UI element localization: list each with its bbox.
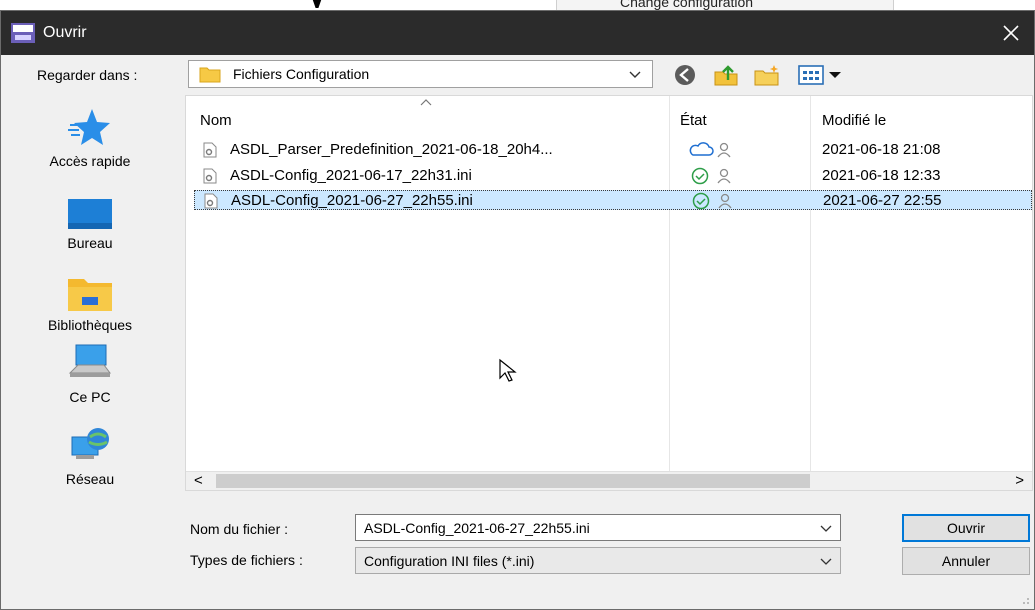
mouse-cursor-icon [499, 358, 517, 382]
close-button[interactable] [988, 11, 1034, 55]
file-row[interactable]: ASDL_Parser_Predefinition_2021-06-18_20h… [194, 140, 1032, 160]
places-bar: Accès rapide Bureau Bibliothèques Ce PC … [7, 107, 173, 487]
config-file-icon [204, 193, 218, 209]
file-modified: 2021-06-18 21:08 [822, 141, 941, 158]
place-desktop[interactable]: Bureau [7, 199, 173, 251]
config-file-icon [203, 142, 217, 158]
chevron-down-icon [820, 558, 832, 565]
column-header-status[interactable]: État [680, 112, 707, 129]
file-modified: 2021-06-27 22:55 [823, 192, 942, 209]
cancel-button[interactable]: Annuler [902, 547, 1030, 575]
file-name: ASDL-Config_2021-06-27_22h55.ini [231, 192, 473, 209]
background-mark [310, 0, 324, 8]
file-row[interactable]: ASDL-Config_2021-06-17_22h31.ini 2021-06… [194, 166, 1032, 186]
new-folder-icon[interactable] [753, 63, 781, 87]
chevron-down-icon[interactable] [820, 522, 832, 534]
synced-status-icon [691, 167, 731, 185]
place-label: Ce PC [69, 389, 111, 405]
library-icon [68, 279, 112, 311]
column-header-name[interactable]: Nom [200, 112, 232, 129]
place-network[interactable]: Réseau [7, 425, 173, 487]
star-icon [68, 109, 110, 145]
background-text: Change configuration [620, 0, 754, 10]
open-dialog: Ouvrir Regarder dans : Fichiers Configur… [0, 10, 1035, 610]
up-folder-icon[interactable] [713, 63, 739, 87]
scroll-left-arrow-icon[interactable]: < [194, 472, 203, 489]
computer-icon [68, 344, 111, 377]
file-row-selected[interactable]: ASDL-Config_2021-06-27_22h55.ini 2021-06… [194, 190, 1032, 210]
file-modified: 2021-06-18 12:33 [822, 167, 941, 184]
chevron-down-icon [629, 71, 641, 78]
file-type-value: Configuration INI files (*.ini) [364, 553, 535, 569]
sort-ascending-icon [420, 99, 432, 106]
file-name-value[interactable]: ASDL-Config_2021-06-27_22h55.ini [364, 520, 590, 536]
back-icon[interactable] [673, 63, 697, 87]
network-icon [71, 428, 109, 459]
look-in-value: Fichiers Configuration [233, 66, 370, 82]
place-quick-access[interactable]: Accès rapide [7, 107, 173, 169]
place-this-pc[interactable]: Ce PC [7, 343, 173, 405]
folder-icon [199, 67, 221, 83]
open-button[interactable]: Ouvrir [902, 514, 1030, 542]
desktop-icon [68, 199, 112, 229]
look-in-label: Regarder dans : [37, 67, 138, 83]
file-list[interactable]: Nom État Modifié le ASDL_Parser_Predefin… [185, 95, 1033, 491]
horizontal-scrollbar[interactable]: < > [186, 471, 1032, 490]
place-label: Bureau [67, 235, 113, 251]
title-bar[interactable]: Ouvrir [1, 11, 1034, 55]
config-file-icon [203, 168, 217, 184]
place-libraries[interactable]: Bibliothèques [7, 275, 173, 333]
app-icon [11, 23, 35, 43]
file-name-label: Nom du fichier : [190, 521, 289, 537]
column-header-modified[interactable]: Modifié le [822, 112, 886, 129]
file-name: ASDL_Parser_Predefinition_2021-06-18_20h… [230, 141, 553, 158]
scrollbar-thumb[interactable] [216, 474, 810, 488]
view-menu-icon[interactable] [797, 63, 851, 87]
cloud-status-icon [689, 142, 731, 158]
place-label: Réseau [65, 471, 115, 487]
file-name: ASDL-Config_2021-06-17_22h31.ini [230, 167, 472, 184]
resize-grip-icon[interactable] [1020, 595, 1030, 605]
file-type-label: Types de fichiers : [190, 552, 303, 568]
synced-status-icon [692, 192, 732, 210]
look-in-dropdown[interactable]: Fichiers Configuration [188, 60, 653, 88]
file-type-dropdown[interactable]: Configuration INI files (*.ini) [355, 547, 841, 574]
place-label: Bibliothèques [47, 317, 133, 333]
close-icon [1003, 25, 1019, 41]
file-name-combobox[interactable]: ASDL-Config_2021-06-27_22h55.ini [355, 514, 841, 541]
window-title: Ouvrir [43, 24, 87, 41]
scroll-right-arrow-icon[interactable]: > [1015, 472, 1024, 489]
place-label: Accès rapide [49, 153, 131, 169]
